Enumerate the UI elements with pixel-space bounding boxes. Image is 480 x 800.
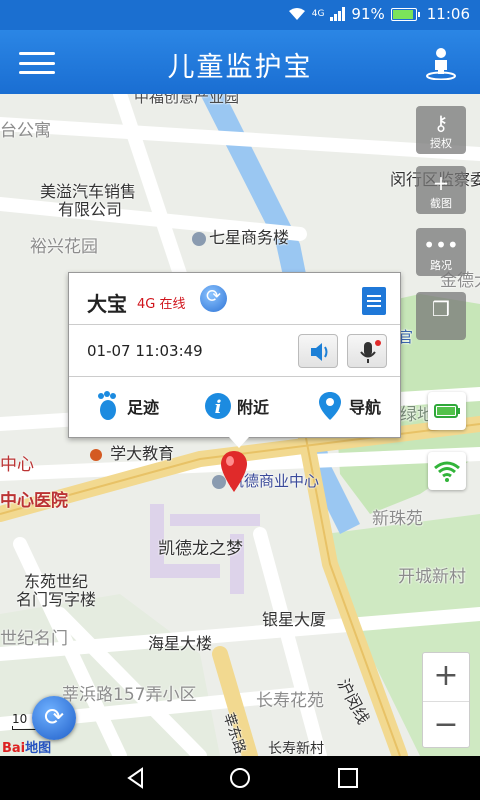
nearby-button[interactable]: i 附近 xyxy=(205,391,269,421)
ring-device-button[interactable] xyxy=(298,334,338,368)
zoom-in-button[interactable]: + xyxy=(423,653,469,701)
map-label: 学大教育 xyxy=(90,440,174,464)
battery-status-card[interactable] xyxy=(428,392,466,430)
battery-icon xyxy=(434,404,460,418)
device-info-popup: 大宝 4G 在线 01-07 11:03:49 xyxy=(68,272,401,448)
battery-percent: 91% xyxy=(351,5,385,23)
map-label: 七星商务楼 xyxy=(192,224,289,248)
map-label: 台公寓 xyxy=(0,121,51,141)
navigation-pin-icon xyxy=(319,392,341,420)
mcdonalds-icon xyxy=(90,448,102,461)
voice-record-button[interactable] xyxy=(347,334,387,368)
map-label: 长寿新村 xyxy=(268,741,324,756)
android-nav-bar xyxy=(0,756,480,800)
map-label: 海星大楼 xyxy=(148,634,213,653)
wifi-icon xyxy=(288,8,305,20)
device-name: 大宝 xyxy=(87,292,127,316)
info-icon: i xyxy=(205,393,231,419)
refresh-icon[interactable] xyxy=(200,285,227,312)
map-label: 世纪名门 xyxy=(0,629,68,649)
map-label: 凯德龙之梦 xyxy=(158,539,243,559)
microphone-icon xyxy=(360,340,381,363)
screenshot-button[interactable]: + 截图 xyxy=(416,166,466,214)
footprint-icon xyxy=(98,391,116,420)
traffic-icon: ••• xyxy=(423,233,459,257)
map-label: 新珠苑 xyxy=(372,509,423,529)
map-label: 中福创意产业园 xyxy=(134,94,240,106)
wifi-icon xyxy=(434,461,460,482)
traffic-button[interactable]: ••• 路况 xyxy=(416,228,466,276)
page-title: 儿童监护宝 xyxy=(167,52,313,83)
navigation-button[interactable]: 导航 xyxy=(317,391,381,421)
poi-icon xyxy=(192,231,206,246)
map-label: 开城新村 xyxy=(398,567,466,587)
speaker-icon xyxy=(311,343,328,361)
user-location-icon[interactable] xyxy=(424,46,458,80)
map-label: 裕兴花园 xyxy=(30,237,98,257)
key-icon: ⚷ xyxy=(433,111,449,135)
refresh-location-button[interactable] xyxy=(32,696,76,740)
authorize-button[interactable]: ⚷ 授权 xyxy=(416,106,466,154)
svg-text:i: i xyxy=(215,397,222,418)
map-label: 中心 xyxy=(0,455,34,475)
clock: 11:06 xyxy=(426,5,470,23)
battery-icon xyxy=(390,7,420,21)
network-status: 4G 在线 xyxy=(137,297,186,312)
signal-icon xyxy=(330,7,346,21)
footprint-button[interactable]: 足迹 xyxy=(95,391,159,421)
app-header: 儿童监护宝 xyxy=(0,30,480,94)
map-label: 中心医院 xyxy=(0,491,68,511)
recent-apps-icon[interactable] xyxy=(336,766,360,790)
map-label: 名门写字楼 xyxy=(16,590,97,609)
status-bar: 4G 91% 11:06 xyxy=(0,0,480,30)
layers-button[interactable]: ❒ xyxy=(416,292,466,340)
back-icon[interactable] xyxy=(124,766,148,790)
network-label: 4G xyxy=(311,9,325,19)
baidu-map-logo: Bai地图 xyxy=(2,741,52,756)
screenshot-icon: + xyxy=(432,171,450,195)
map-label: 莘浜路157弄小区 xyxy=(62,685,197,705)
map-label: 有限公司 xyxy=(58,200,123,219)
map-label: 长寿花苑 xyxy=(256,691,324,711)
layers-icon: ❒ xyxy=(432,297,450,321)
home-icon[interactable] xyxy=(228,766,252,790)
zoom-out-button[interactable]: − xyxy=(423,701,469,749)
signal-status-card[interactable] xyxy=(428,452,466,490)
document-icon[interactable] xyxy=(362,287,386,315)
last-update-time: 01-07 11:03:49 xyxy=(87,342,203,360)
location-pin-icon[interactable] xyxy=(220,450,248,494)
zoom-control: + − xyxy=(422,652,470,748)
map-label: 银星大厦 xyxy=(262,610,327,629)
